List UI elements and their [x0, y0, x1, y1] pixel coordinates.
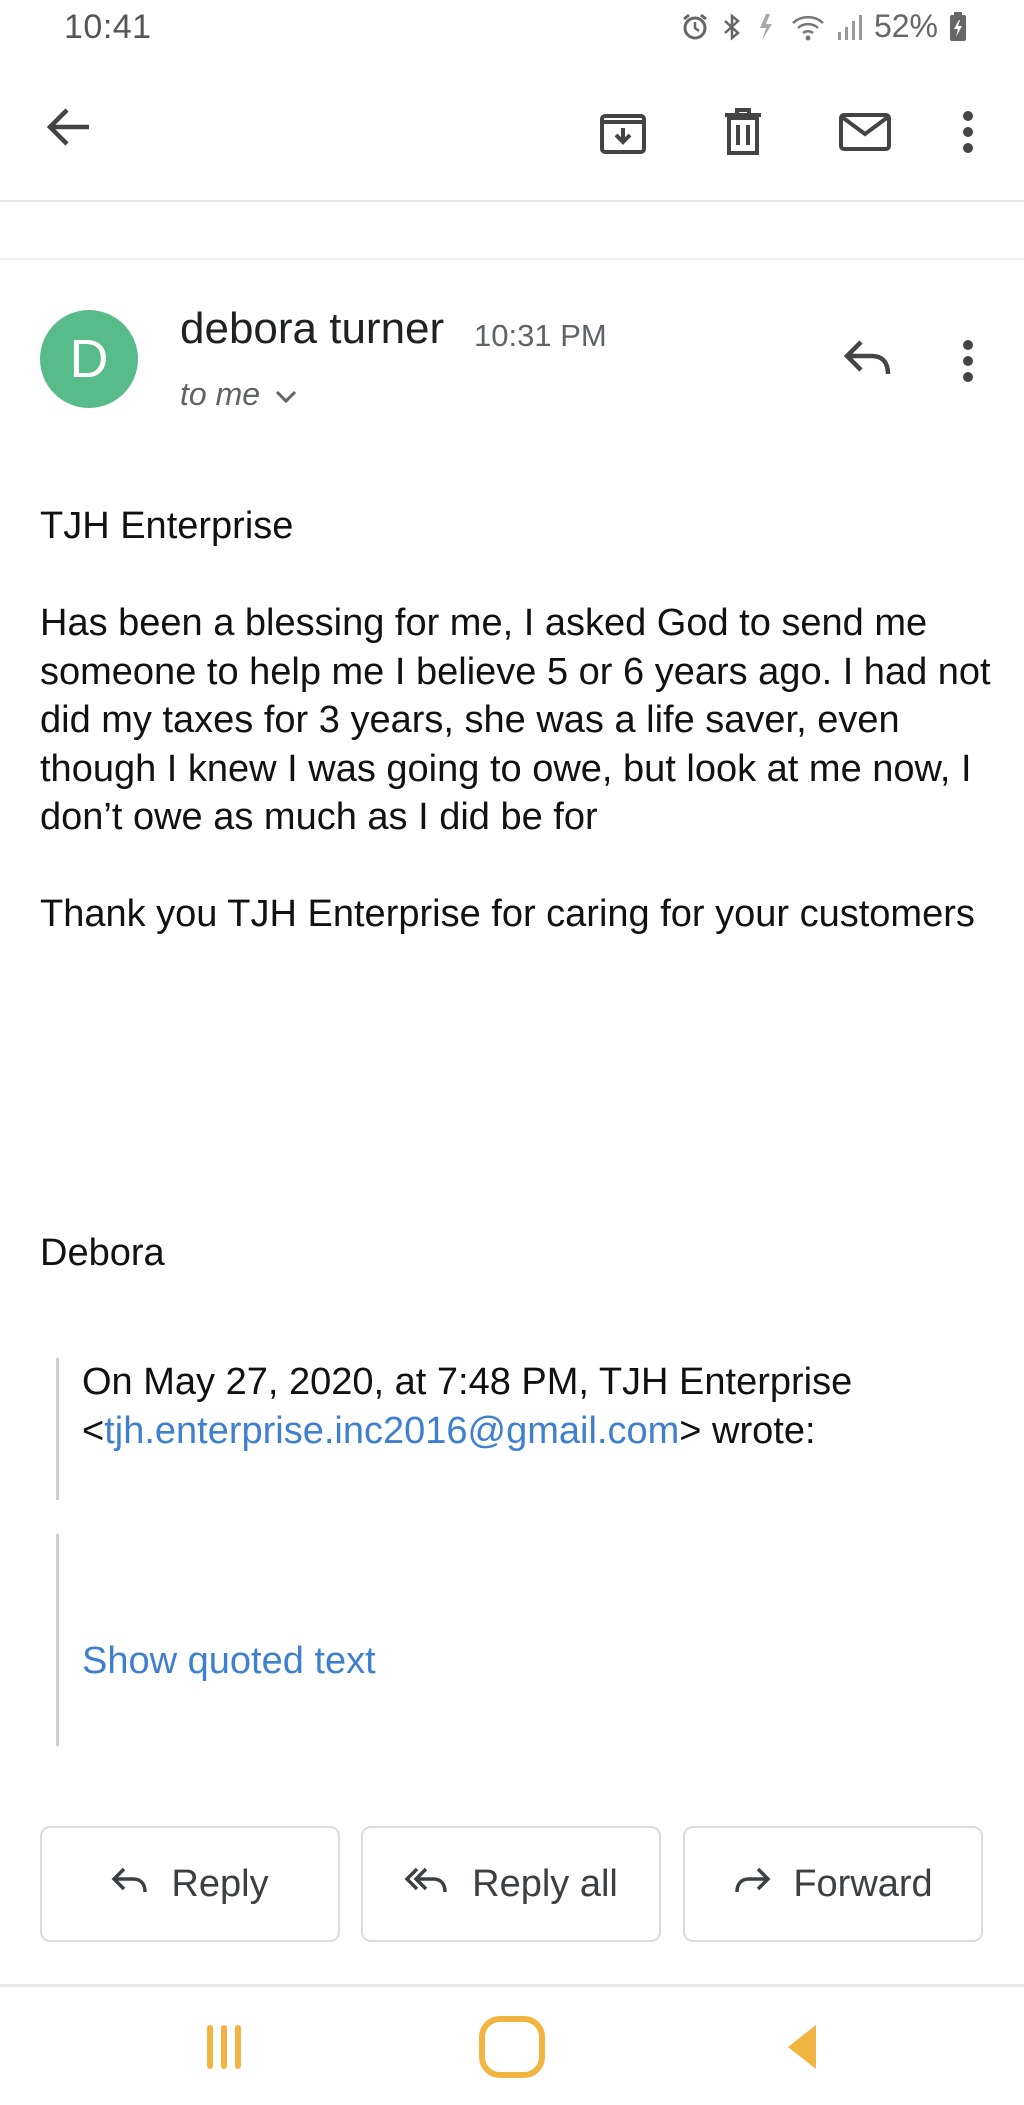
home-icon[interactable] — [476, 2011, 548, 2083]
reply-all-label: Reply all — [472, 1862, 618, 1905]
forward-icon — [733, 1863, 771, 1906]
message-paragraph: Thank you TJH Enterprise for caring for … — [40, 893, 975, 935]
app-toolbar — [0, 62, 1024, 202]
quote-suffix: > wrote: — [679, 1409, 816, 1452]
status-icons: 52% — [680, 8, 968, 45]
recipient-label: to me — [180, 376, 261, 412]
back-nav-icon[interactable] — [776, 2013, 828, 2081]
data-transfer-icon — [754, 12, 780, 42]
message-more-icon[interactable] — [950, 336, 986, 386]
quote-bar — [56, 1534, 59, 1746]
forward-button[interactable]: Forward — [683, 1826, 983, 1942]
divider — [0, 258, 1024, 260]
archive-icon[interactable] — [592, 102, 654, 162]
wifi-icon — [790, 12, 826, 42]
reply-icon — [111, 1863, 149, 1906]
reply-all-icon — [404, 1863, 450, 1906]
status-bar: 10:41 52% — [0, 0, 1024, 62]
message-greeting: TJH Enterprise — [40, 505, 294, 547]
signal-icon — [836, 12, 864, 42]
message-signature: Debora — [40, 1232, 165, 1274]
chevron-down-icon[interactable] — [274, 376, 298, 413]
delete-icon[interactable] — [712, 100, 774, 162]
back-arrow-icon[interactable] — [38, 92, 98, 162]
message-paragraph: Has been a blessing for me, I asked God … — [40, 602, 991, 838]
status-time: 10:41 — [64, 8, 152, 46]
show-quoted-text-link[interactable]: Show quoted text — [82, 1640, 376, 1683]
sender-name[interactable]: debora turner — [180, 304, 444, 354]
bluetooth-icon — [720, 12, 744, 42]
avatar[interactable]: D — [40, 310, 138, 408]
alarm-icon — [680, 12, 710, 42]
recipient-details[interactable]: to me — [180, 376, 298, 413]
battery-charging-icon — [948, 11, 968, 43]
reply-all-button[interactable]: Reply all — [361, 1826, 661, 1942]
quote-bar — [56, 1358, 59, 1500]
system-navigation-bar — [0, 1987, 1024, 2105]
reply-label: Reply — [171, 1862, 269, 1905]
forward-label: Forward — [793, 1862, 933, 1905]
mark-unread-icon[interactable] — [832, 102, 898, 162]
more-options-icon[interactable] — [950, 102, 986, 162]
reply-icon[interactable] — [838, 330, 898, 386]
quoted-header: On May 27, 2020, at 7:48 PM, TJH Enterpr… — [82, 1358, 982, 1455]
recent-apps-icon[interactable] — [196, 2015, 252, 2079]
message-time: 10:31 PM — [474, 318, 607, 353]
email-link[interactable]: tjh.enterprise.inc2016@gmail.com — [104, 1410, 679, 1452]
reply-button[interactable]: Reply — [40, 1826, 340, 1942]
battery-text: 52% — [873, 8, 938, 44]
